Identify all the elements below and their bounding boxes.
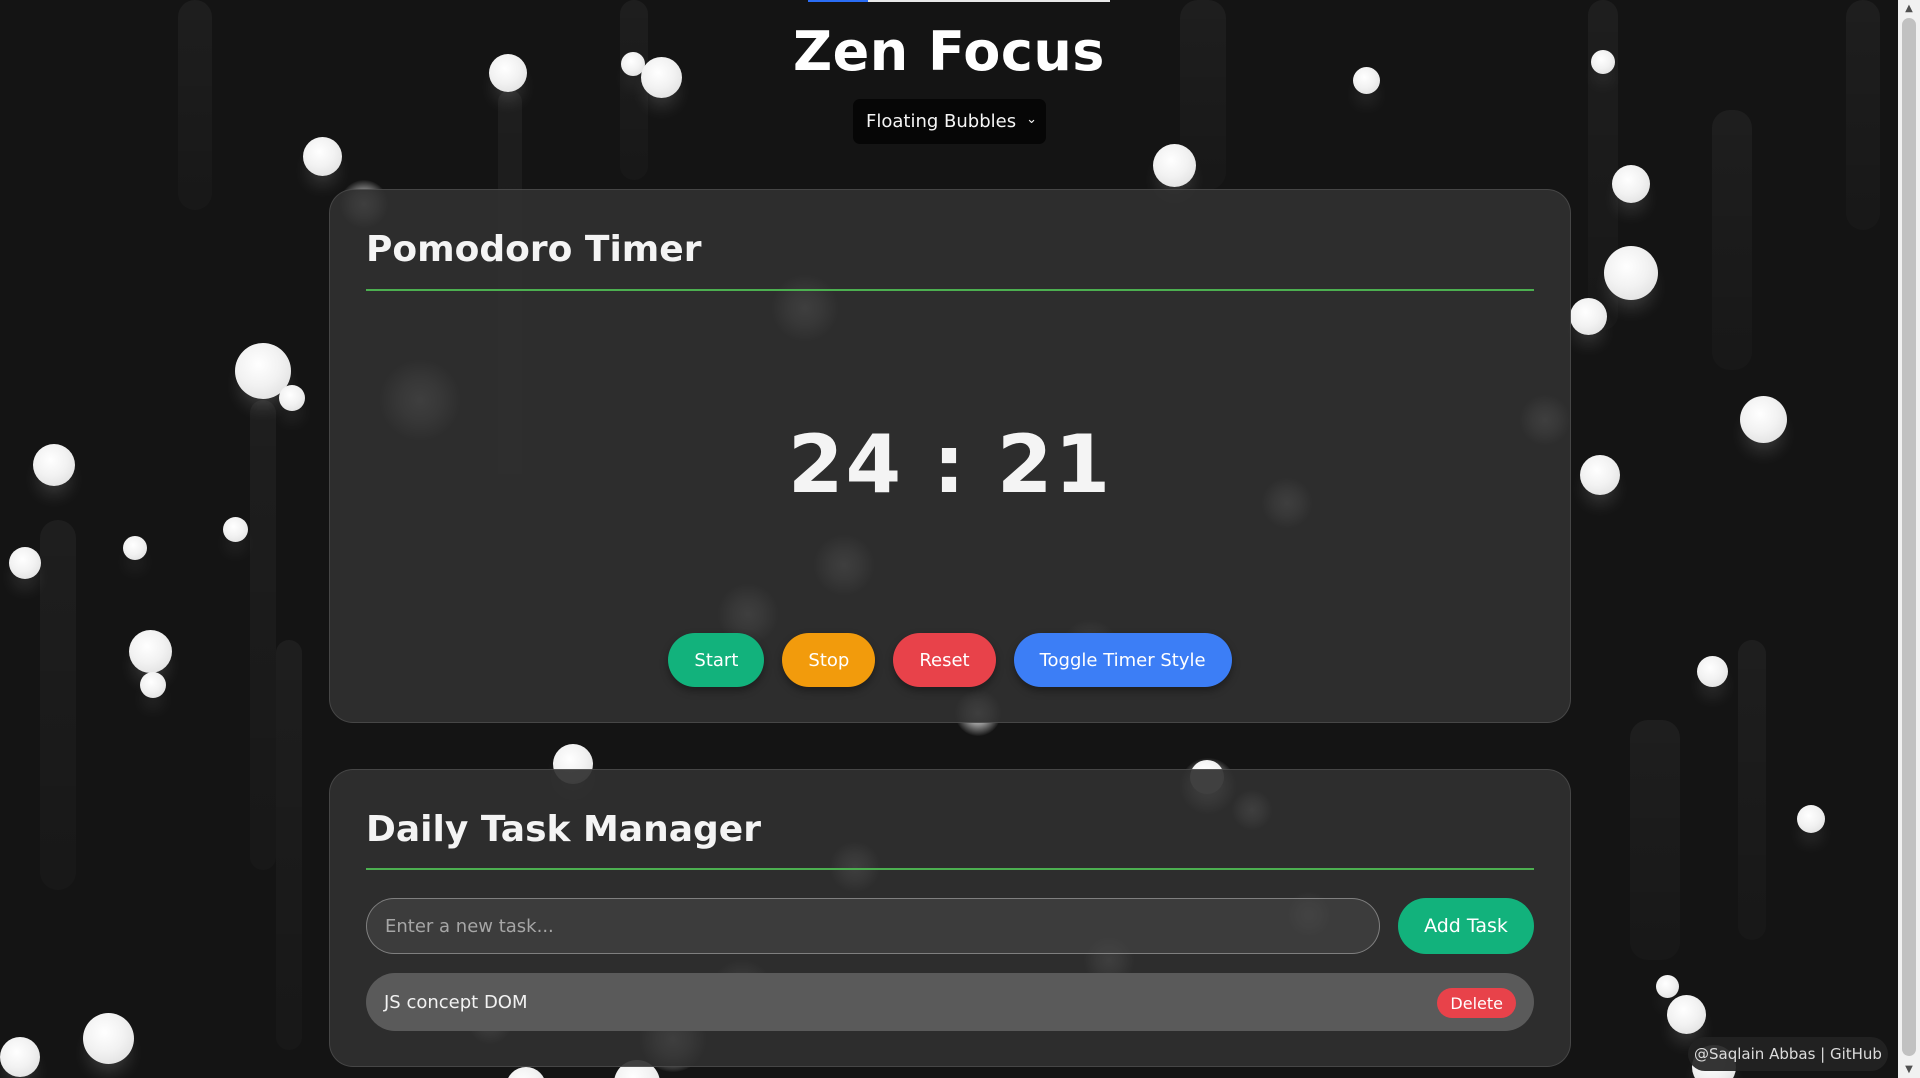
theme-select-value: Floating Bubbles [866,111,1017,132]
author-credit-link[interactable]: @Saqlain Abbas | GitHub [1688,1037,1888,1071]
scroll-up-icon[interactable]: ▲ [1898,3,1920,14]
timer-display: 24 : 21 [787,418,1113,511]
pomodoro-heading: Pomodoro Timer [366,229,702,270]
app-title: Zen Focus [793,20,1105,83]
theme-select[interactable]: Floating Bubbles ⌄ [853,99,1046,144]
scroll-down-icon[interactable]: ▼ [1898,1064,1920,1075]
chevron-down-icon: ⌄ [1026,112,1037,127]
top-progress-line [808,0,1110,2]
reset-button[interactable]: Reset [893,633,996,687]
start-button[interactable]: Start [668,633,765,687]
task-item: JS concept DOM Delete [366,973,1534,1031]
stop-button[interactable]: Stop [782,633,876,687]
task-manager-divider [366,868,1534,870]
new-task-input[interactable] [366,898,1380,954]
delete-task-button[interactable]: Delete [1437,988,1516,1018]
scrollbar-thumb[interactable] [1902,18,1916,1056]
add-task-button[interactable]: Add Task [1398,898,1534,954]
toggle-timer-style-button[interactable]: Toggle Timer Style [1013,633,1232,687]
pomodoro-divider [366,289,1534,291]
task-item-text: JS concept DOM [384,991,528,1013]
page-scrollbar[interactable]: ▲ ▼ [1898,0,1920,1078]
pomodoro-card: Pomodoro Timer 24 : 21 Start Stop Reset … [329,189,1571,723]
task-manager-heading: Daily Task Manager [366,809,761,850]
timer-controls: Start Stop Reset Toggle Timer Style [330,633,1570,687]
task-manager-card: Daily Task Manager Add Task JS concept D… [329,769,1571,1067]
